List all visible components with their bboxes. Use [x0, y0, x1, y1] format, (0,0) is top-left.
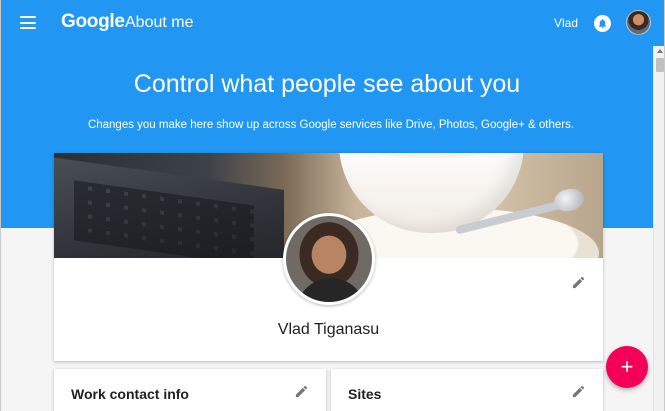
scrollbar-thumb[interactable]: [656, 58, 664, 72]
work-contact-card: Work contact info: [54, 369, 326, 411]
pencil-icon: [572, 276, 585, 289]
work-contact-title: Work contact info: [71, 386, 189, 402]
pencil-icon: [295, 385, 308, 398]
menu-icon[interactable]: [20, 16, 36, 29]
google-logo[interactable]: Google: [61, 11, 125, 33]
profile-photo[interactable]: [283, 213, 375, 305]
page-subtitle: Changes you make here show up across Goo…: [87, 119, 575, 131]
add-fab-button[interactable]: +: [606, 346, 648, 388]
sites-title: Sites: [348, 386, 382, 402]
edit-profile-button[interactable]: [571, 275, 586, 295]
product-title: About me: [125, 14, 194, 31]
account-avatar[interactable]: [626, 10, 651, 35]
edit-work-contact-button[interactable]: [294, 384, 309, 404]
photo-shirt-shape: [296, 278, 366, 302]
pencil-icon: [572, 385, 585, 398]
page-title: Control what people see about you: [133, 70, 521, 98]
spoon-head-shape: [551, 185, 587, 215]
profile-name: Vlad Tiganasu: [277, 321, 380, 338]
edit-sites-button[interactable]: [571, 384, 586, 404]
top-app-bar: Google About me Vlad: [1, 0, 653, 46]
profile-card: Vlad Tiganasu: [54, 153, 603, 361]
vertical-scrollbar[interactable]: [653, 46, 664, 411]
app-frame: Google About me Vlad Control what people…: [0, 0, 665, 411]
bell-icon: [598, 19, 607, 29]
scroll-up-arrow-icon[interactable]: [657, 49, 663, 53]
notifications-icon[interactable]: [594, 15, 611, 32]
account-name[interactable]: Vlad: [554, 16, 578, 30]
plus-icon: +: [620, 354, 634, 379]
sites-card: Sites: [331, 369, 603, 411]
